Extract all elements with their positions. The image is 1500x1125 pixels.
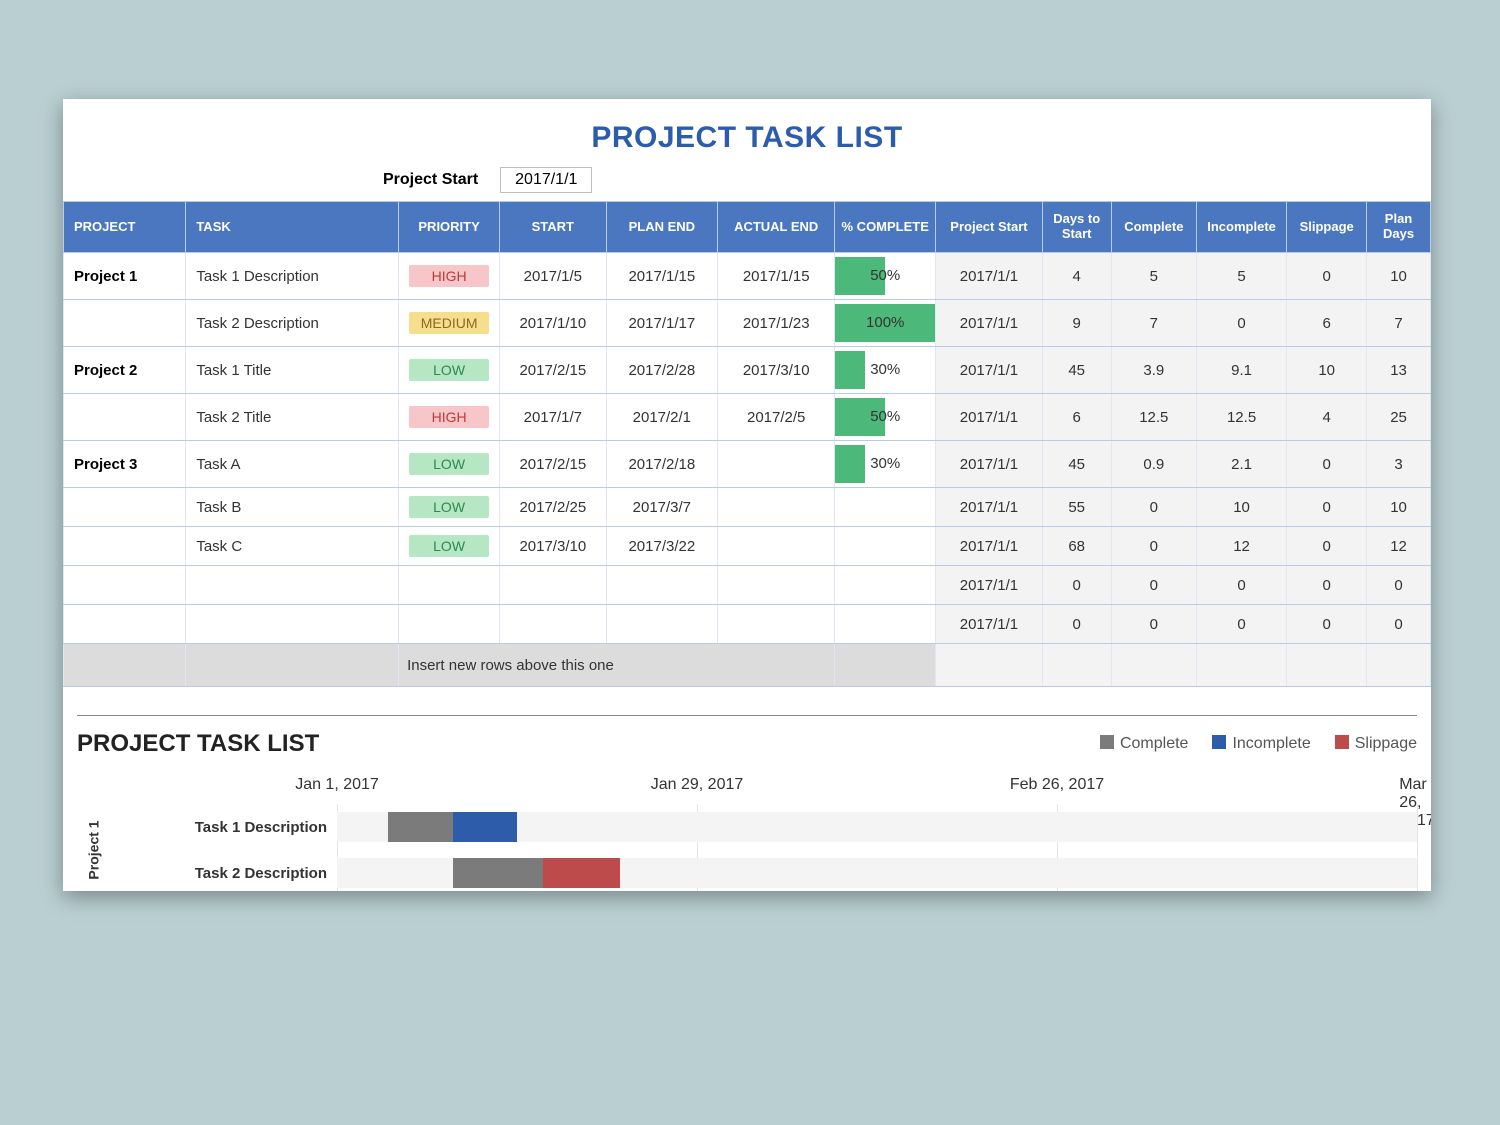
gantt-task-label: Task 2 Description xyxy=(117,850,337,891)
table-row[interactable]: 2017/1/100000 xyxy=(64,605,1431,644)
table-row[interactable]: Project 2Task 1 TitleLOW2017/2/152017/2/… xyxy=(64,347,1431,394)
table-row[interactable]: Project 1Task 1 DescriptionHIGH2017/1/52… xyxy=(64,253,1431,300)
axis-tick: Jan 29, 2017 xyxy=(651,776,744,794)
axis-tick: Jan 1, 2017 xyxy=(295,776,379,794)
table-header-row: PROJECTTASKPRIORITYSTARTPLAN ENDACTUAL E… xyxy=(64,202,1431,253)
chart-axis: Jan 1, 2017Jan 29, 2017Feb 26, 2017Mar 2… xyxy=(337,776,1417,796)
table-row[interactable]: Task 2 TitleHIGH2017/1/72017/2/12017/2/5… xyxy=(64,394,1431,441)
col-days-to-start[interactable]: Days to Start xyxy=(1042,202,1111,253)
project-start-label: Project Start xyxy=(383,171,478,189)
priority-badge: HIGH xyxy=(409,406,489,428)
priority-badge: LOW xyxy=(409,496,489,518)
gantt-seg-s xyxy=(543,858,620,888)
col-project[interactable]: PROJECT xyxy=(64,202,186,253)
priority-badge: MEDIUM xyxy=(409,312,489,334)
gantt-task-label: Task 1 Description xyxy=(117,804,337,850)
chart-legend: Complete Incomplete Slippage xyxy=(1100,735,1417,753)
table-row[interactable]: Task 2 DescriptionMEDIUM2017/1/102017/1/… xyxy=(64,300,1431,347)
table-row[interactable]: Task BLOW2017/2/252017/3/72017/1/1550100… xyxy=(64,488,1431,527)
task-table[interactable]: PROJECTTASKPRIORITYSTARTPLAN ENDACTUAL E… xyxy=(63,201,1431,687)
gantt-row: Task 1 Description xyxy=(77,804,1417,850)
priority-badge: HIGH xyxy=(409,265,489,287)
table-row[interactable]: Task CLOW2017/3/102017/3/222017/1/168012… xyxy=(64,527,1431,566)
col-slippage[interactable]: Slippage xyxy=(1287,202,1367,253)
col-priority[interactable]: PRIORITY xyxy=(399,202,500,253)
col-task[interactable]: TASK xyxy=(186,202,399,253)
project-start-value[interactable]: 2017/1/1 xyxy=(500,167,592,193)
col-plan-end[interactable]: PLAN END xyxy=(606,202,718,253)
col-actual-end[interactable]: ACTUAL END xyxy=(718,202,835,253)
col-incomplete[interactable]: Incomplete xyxy=(1196,202,1286,253)
col--complete[interactable]: % COMPLETE xyxy=(835,202,936,253)
col-complete[interactable]: Complete xyxy=(1111,202,1196,253)
priority-badge: LOW xyxy=(409,453,489,475)
chart-title: PROJECT TASK LIST xyxy=(77,730,319,758)
project-start-row: Project Start 2017/1/1 xyxy=(63,165,1431,201)
chart-plot: Task 1 DescriptionTask 2 Description Proj… xyxy=(77,804,1417,891)
col-plan-days[interactable]: Plan Days xyxy=(1367,202,1431,253)
gantt-seg-i xyxy=(453,812,517,842)
legend-incomplete: Incomplete xyxy=(1212,735,1310,753)
insert-row-hint[interactable]: Insert new rows above this one xyxy=(64,644,1431,687)
gantt-seg-c xyxy=(453,858,543,888)
col-start[interactable]: START xyxy=(500,202,606,253)
gantt-group-label: Project 1 xyxy=(86,820,102,879)
priority-badge: LOW xyxy=(409,535,489,557)
legend-slippage: Slippage xyxy=(1335,735,1417,753)
legend-complete: Complete xyxy=(1100,735,1188,753)
priority-badge: LOW xyxy=(409,359,489,381)
table-row[interactable]: 2017/1/100000 xyxy=(64,566,1431,605)
gantt-seg-c xyxy=(388,812,452,842)
spreadsheet-window: PROJECT TASK LIST Project Start 2017/1/1… xyxy=(63,99,1431,891)
page-title: PROJECT TASK LIST xyxy=(63,99,1431,165)
gantt-chart: PROJECT TASK LIST Complete Incomplete Sl… xyxy=(77,715,1417,891)
gantt-row: Task 2 Description xyxy=(77,850,1417,891)
axis-tick: Feb 26, 2017 xyxy=(1010,776,1104,794)
col-project-start[interactable]: Project Start xyxy=(936,202,1042,253)
table-row[interactable]: Project 3Task ALOW2017/2/152017/2/1830%2… xyxy=(64,441,1431,488)
